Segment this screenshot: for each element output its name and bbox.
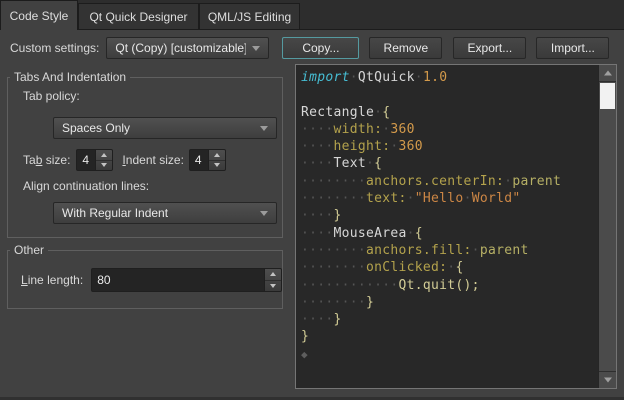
code-line: }: [301, 328, 596, 345]
code-line: import·QtQuick·1.0: [301, 69, 596, 86]
align-continuation-lines-select[interactable]: With Regular Indent: [53, 202, 277, 224]
spinner-up-icon[interactable]: [209, 150, 225, 161]
vertical-scrollbar[interactable]: [598, 65, 616, 388]
code-style-options-pane: Code Style Qt Quick Designer QML/JS Edit…: [0, 0, 624, 400]
line-length-stepper[interactable]: 80: [91, 268, 282, 292]
code-line: ········onClicked:·{: [301, 259, 596, 276]
spinner-up-icon[interactable]: [96, 150, 112, 161]
line-length-row: Line length: 80: [21, 268, 282, 292]
indent-size-value[interactable]: 4: [190, 150, 208, 170]
code-line: ····Text·{: [301, 155, 596, 172]
group-other: Other Line length: 80: [7, 250, 283, 309]
chevron-down-icon: [252, 46, 260, 51]
tab-size-spin-buttons: [95, 150, 112, 170]
code-line: ◆: [301, 346, 596, 363]
tab-size-value[interactable]: 4: [77, 150, 95, 170]
tab-qt-quick-designer[interactable]: Qt Quick Designer: [78, 3, 199, 29]
code-line: ············Qt.quit();: [301, 277, 596, 294]
tab-policy-selected-value: Spaces Only: [62, 121, 254, 135]
scrollbar-up-button[interactable]: [599, 65, 616, 82]
tab-size-label: Tab size:: [23, 153, 70, 167]
import-button[interactable]: Import...: [536, 37, 609, 59]
tab-qml-js-editing-label: QML/JS Editing: [208, 10, 291, 24]
group-other-title: Other: [10, 243, 48, 257]
tab-bar: Code Style Qt Quick Designer QML/JS Edit…: [0, 0, 624, 30]
tab-policy-select[interactable]: Spaces Only: [53, 117, 277, 139]
code-line: [301, 86, 596, 103]
tab-qml-js-editing[interactable]: QML/JS Editing: [199, 3, 300, 29]
custom-settings-row: Custom settings: Qt (Copy) [customizable…: [10, 37, 609, 59]
spinner-down-icon[interactable]: [265, 281, 281, 292]
copy-button[interactable]: Copy...: [282, 37, 359, 59]
group-tabs-and-indentation-title: Tabs And Indentation: [10, 70, 130, 84]
export-button[interactable]: Export...: [453, 37, 526, 59]
group-tabs-and-indentation: Tabs And Indentation Tab policy: Spaces …: [7, 77, 283, 238]
tab-qt-quick-designer-label: Qt Quick Designer: [89, 10, 187, 24]
code-line: ····}: [301, 207, 596, 224]
code-preview-editor[interactable]: import·QtQuick·1.0 Rectangle·{····width:…: [295, 64, 617, 389]
tab-indent-size-row: Tab size: 4 Indent size: 4: [23, 149, 226, 171]
spinner-down-icon[interactable]: [209, 161, 225, 171]
scrollbar-thumb[interactable]: [600, 83, 615, 109]
code-line: Rectangle·{: [301, 104, 596, 121]
custom-settings-selected-value: Qt (Copy) [customizable]: [115, 41, 246, 55]
chevron-down-icon: [260, 126, 268, 131]
spinner-down-icon[interactable]: [96, 161, 112, 171]
spinner-up-icon[interactable]: [265, 269, 281, 281]
line-length-spin-buttons: [264, 269, 281, 291]
arrow-down-icon: [604, 378, 612, 383]
tab-code-style[interactable]: Code Style: [0, 0, 78, 30]
code-line: ········}: [301, 294, 596, 311]
code-line: ····MouseArea·{: [301, 225, 596, 242]
custom-settings-label: Custom settings:: [10, 41, 99, 55]
tab-code-style-label: Code Style: [10, 9, 69, 23]
tab-policy-label: Tab policy:: [23, 89, 80, 103]
code-line: ········text:·"Hello·World": [301, 190, 596, 207]
indent-size-stepper[interactable]: 4: [189, 149, 226, 171]
custom-settings-select[interactable]: Qt (Copy) [customizable]: [106, 37, 269, 59]
code-lines: import·QtQuick·1.0 Rectangle·{····width:…: [301, 69, 596, 386]
code-line: ········anchors.centerIn:·parent: [301, 173, 596, 190]
remove-button[interactable]: Remove: [369, 37, 442, 59]
indent-size-label: Indent size:: [122, 153, 183, 167]
align-continuation-lines-label: Align continuation lines:: [23, 179, 149, 193]
code-line: ········anchors.fill:·parent: [301, 242, 596, 259]
chevron-down-icon: [260, 211, 268, 216]
indent-size-spin-buttons: [208, 150, 225, 170]
code-line: ····height:·360: [301, 138, 596, 155]
code-line: ····width:·360: [301, 121, 596, 138]
scrollbar-down-button[interactable]: [599, 371, 616, 388]
code-line: ····}: [301, 311, 596, 328]
align-continuation-selected-value: With Regular Indent: [62, 206, 254, 220]
line-length-value[interactable]: 80: [92, 269, 264, 291]
tab-size-stepper[interactable]: 4: [76, 149, 113, 171]
arrow-up-icon: [604, 71, 612, 76]
line-length-label: Line length:: [21, 273, 83, 287]
